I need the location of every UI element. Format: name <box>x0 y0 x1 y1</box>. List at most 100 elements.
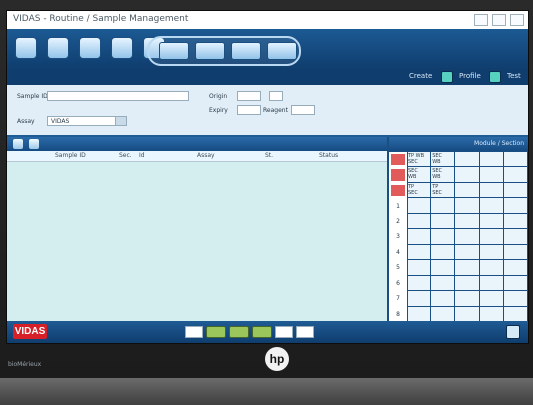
module-cell[interactable] <box>407 291 432 307</box>
module-cell[interactable] <box>455 182 480 199</box>
origin-input[interactable] <box>237 91 261 101</box>
module-cell[interactable] <box>479 213 504 230</box>
module-cell[interactable] <box>503 306 528 322</box>
chevron-down-icon[interactable] <box>115 117 126 125</box>
module-row-label: 3 <box>389 229 408 245</box>
mode-tab-1[interactable] <box>159 42 189 60</box>
module-cell[interactable] <box>503 275 528 292</box>
sample-form: Sample ID Origin Expiry Reagent Assay VI… <box>7 85 528 137</box>
module-cell[interactable] <box>431 213 456 230</box>
sort-icon[interactable] <box>29 139 39 149</box>
mode-tab-3[interactable] <box>231 42 261 60</box>
module-cell[interactable] <box>407 198 432 214</box>
module-cell[interactable] <box>407 260 432 276</box>
module-cell[interactable] <box>431 198 456 214</box>
module-cell[interactable] <box>455 152 480 168</box>
module-cell[interactable] <box>503 291 528 307</box>
filter-icon[interactable] <box>13 139 23 149</box>
window-title: VIDAS - Routine / Sample Management <box>13 14 189 24</box>
col-status: Status <box>319 152 339 159</box>
vidas-screen: VIDAS - Routine / Sample Management Crea… <box>6 10 529 344</box>
module-cell[interactable] <box>407 229 432 245</box>
module-cell[interactable] <box>479 152 504 168</box>
module-cell[interactable] <box>503 167 528 183</box>
status-box-2 <box>275 326 293 338</box>
module-cell[interactable] <box>455 244 480 261</box>
results-icon[interactable] <box>111 37 133 59</box>
module-cell[interactable] <box>503 229 528 245</box>
mode-tab-4[interactable] <box>267 42 297 60</box>
module-panel: Module / Section ABC12345678TP WB SECSEC… <box>389 137 528 322</box>
slot-red-indicator <box>391 154 405 166</box>
module-cell[interactable] <box>455 167 480 183</box>
create-toggle[interactable] <box>441 71 453 83</box>
module-cell[interactable] <box>407 306 432 322</box>
module-cell[interactable] <box>431 229 456 245</box>
window-controls <box>474 14 524 26</box>
strip-label-create: Create <box>409 72 433 80</box>
module-cell[interactable] <box>479 198 504 214</box>
bezel-caption: bioMérieux <box>8 361 42 368</box>
maximize-icon[interactable] <box>492 14 506 26</box>
module-cell[interactable] <box>479 182 504 199</box>
sample-id-input[interactable] <box>47 91 189 101</box>
status-chip-2 <box>229 326 249 338</box>
module-cell[interactable] <box>431 260 456 276</box>
module-cell[interactable] <box>479 167 504 183</box>
strip-label-profile: Profile <box>459 72 481 80</box>
assay-value: VIDAS <box>51 117 70 125</box>
expiry-input[interactable] <box>237 105 261 115</box>
mode-selector[interactable] <box>147 36 301 66</box>
col-assay: Assay <box>197 152 215 159</box>
module-cell[interactable] <box>431 275 456 292</box>
module-cell[interactable] <box>455 275 480 292</box>
module-cell[interactable] <box>503 182 528 199</box>
module-row-label: 1 <box>389 198 408 214</box>
help-icon[interactable] <box>506 325 520 339</box>
module-cell[interactable] <box>503 152 528 168</box>
module-row-label: 7 <box>389 291 408 307</box>
home-icon[interactable] <box>15 37 37 59</box>
rack-icon[interactable] <box>47 37 69 59</box>
expiry-label: Expiry <box>209 107 228 114</box>
monitor-bezel: VIDAS - Routine / Sample Management Crea… <box>0 0 533 405</box>
minimize-icon[interactable] <box>474 14 488 26</box>
module-row-label: 6 <box>389 275 408 292</box>
mode-tab-2[interactable] <box>195 42 225 60</box>
module-grid: ABC12345678TP WB SECSEC WBSEC WBSEC WBTP… <box>389 151 528 322</box>
module-cell[interactable] <box>503 213 528 230</box>
col-st: St. <box>265 152 274 159</box>
module-cell[interactable] <box>455 229 480 245</box>
module-cell[interactable] <box>503 244 528 261</box>
samples-icon[interactable] <box>79 37 101 59</box>
module-cell[interactable] <box>479 291 504 307</box>
reagent-input[interactable] <box>291 105 315 115</box>
module-cell[interactable] <box>431 244 456 261</box>
module-cell[interactable] <box>503 260 528 276</box>
module-cell[interactable] <box>455 260 480 276</box>
status-indicators <box>185 326 314 338</box>
module-cell[interactable] <box>455 306 480 322</box>
module-cell[interactable] <box>455 291 480 307</box>
origin-label: Origin <box>209 93 228 100</box>
vidas-logo: VIDAS <box>13 324 47 339</box>
reagent-label: Reagent <box>263 107 288 114</box>
origin-input-2[interactable] <box>269 91 283 101</box>
module-cell[interactable] <box>407 275 432 292</box>
module-cell[interactable] <box>479 260 504 276</box>
slot-red-indicator <box>391 184 405 197</box>
module-cell[interactable] <box>503 198 528 214</box>
module-cell[interactable] <box>479 275 504 292</box>
module-cell[interactable] <box>455 198 480 214</box>
module-cell[interactable] <box>431 306 456 322</box>
module-cell[interactable] <box>407 213 432 230</box>
module-cell[interactable] <box>431 291 456 307</box>
profile-toggle[interactable] <box>489 71 501 83</box>
module-cell[interactable] <box>479 306 504 322</box>
assay-select[interactable]: VIDAS <box>47 116 127 126</box>
module-cell[interactable] <box>479 244 504 261</box>
module-cell[interactable] <box>479 229 504 245</box>
module-cell[interactable] <box>407 244 432 261</box>
close-icon[interactable] <box>510 14 524 26</box>
module-cell[interactable] <box>455 213 480 230</box>
